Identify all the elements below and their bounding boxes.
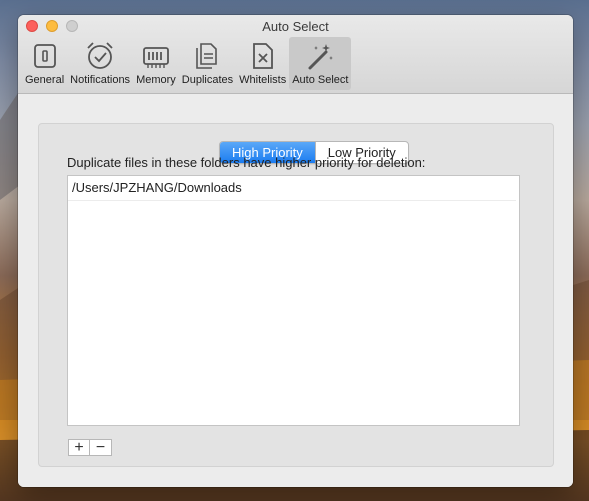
tab-duplicates[interactable]: Duplicates xyxy=(179,37,236,90)
description-label: Duplicate files in these folders have hi… xyxy=(67,155,426,170)
alarm-clock-icon xyxy=(84,40,116,72)
memory-chip-icon xyxy=(140,40,172,72)
add-remove-controls: + − xyxy=(68,439,112,456)
general-icon xyxy=(29,40,61,72)
tab-duplicates-label: Duplicates xyxy=(181,74,234,86)
title-bar: Auto Select General Notifications Memory xyxy=(18,15,573,94)
window-title: Auto Select xyxy=(262,19,329,34)
tab-auto-select-label: Auto Select xyxy=(292,74,349,86)
tab-general-label: General xyxy=(25,74,65,86)
folder-list[interactable]: /Users/JPZHANG/Downloads xyxy=(67,175,520,426)
add-folder-button[interactable]: + xyxy=(68,439,90,456)
tab-whitelists[interactable]: Whitelists xyxy=(236,37,289,90)
duplicate-files-icon xyxy=(191,40,223,72)
tab-memory-label: Memory xyxy=(136,74,176,86)
remove-folder-button[interactable]: − xyxy=(90,439,112,456)
tab-auto-select[interactable]: Auto Select xyxy=(289,37,352,90)
preferences-window: Auto Select General Notifications Memory xyxy=(18,15,573,487)
tab-notifications-label: Notifications xyxy=(70,74,131,86)
tab-memory[interactable]: Memory xyxy=(133,37,179,90)
tab-whitelists-label: Whitelists xyxy=(239,74,287,86)
preferences-toolbar: General Notifications Memory Duplicates xyxy=(22,37,352,90)
list-item[interactable]: /Users/JPZHANG/Downloads xyxy=(68,176,516,201)
magic-wand-icon xyxy=(304,40,336,72)
tab-notifications[interactable]: Notifications xyxy=(67,37,133,90)
content-area: High Priority Low Priority Duplicate fil… xyxy=(18,94,573,487)
whitelist-file-icon xyxy=(247,40,279,72)
tab-general[interactable]: General xyxy=(22,37,67,90)
